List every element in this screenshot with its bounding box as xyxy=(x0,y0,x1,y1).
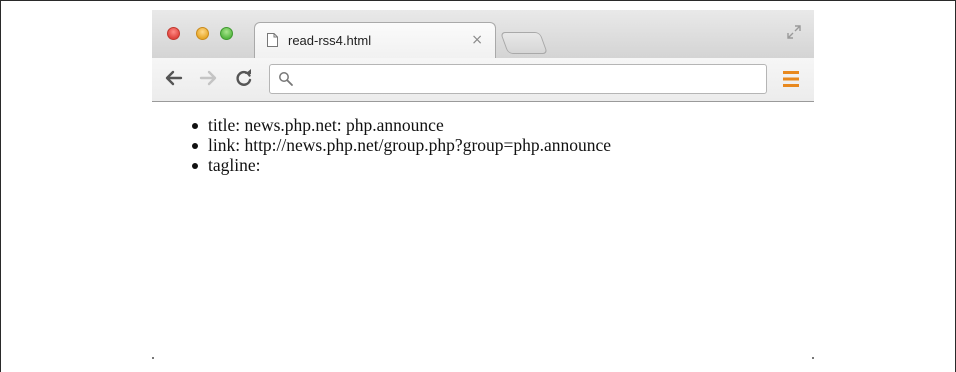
tab-read-rss4[interactable]: read-rss4.html × xyxy=(254,22,496,58)
page-border-left xyxy=(0,0,1,372)
menu-icon[interactable] xyxy=(783,70,799,88)
window-zoom-button[interactable] xyxy=(220,27,233,40)
navigation-toolbar xyxy=(152,58,814,102)
page-content: title: news.php.net: php.announce link: … xyxy=(152,103,814,361)
fullscreen-icon[interactable] xyxy=(786,24,802,40)
back-arrow-icon[interactable] xyxy=(164,68,184,88)
search-icon xyxy=(279,72,293,86)
window-minimize-button[interactable] xyxy=(196,27,209,40)
resize-corner-left xyxy=(152,357,154,359)
list-item-tagline: tagline: xyxy=(190,155,611,175)
new-tab-button[interactable] xyxy=(499,32,549,54)
rss-info-list: title: news.php.net: php.announce link: … xyxy=(190,115,611,175)
window-close-button[interactable] xyxy=(167,27,180,40)
page-border-top xyxy=(0,0,956,1)
forward-arrow-icon[interactable] xyxy=(198,68,218,88)
resize-corner-right xyxy=(812,357,814,359)
address-bar[interactable] xyxy=(269,64,767,94)
close-icon[interactable]: × xyxy=(471,32,483,48)
tab-title: read-rss4.html xyxy=(288,33,372,48)
browser-window: read-rss4.html × title: news.php.net: ph… xyxy=(152,10,814,362)
title-bar: read-rss4.html × xyxy=(152,10,814,58)
page-icon xyxy=(267,33,278,47)
reload-icon[interactable] xyxy=(234,68,254,88)
list-item-link: link: http://news.php.net/group.php?grou… xyxy=(190,135,611,155)
list-item-title: title: news.php.net: php.announce xyxy=(190,115,611,135)
address-input[interactable] xyxy=(300,69,754,91)
